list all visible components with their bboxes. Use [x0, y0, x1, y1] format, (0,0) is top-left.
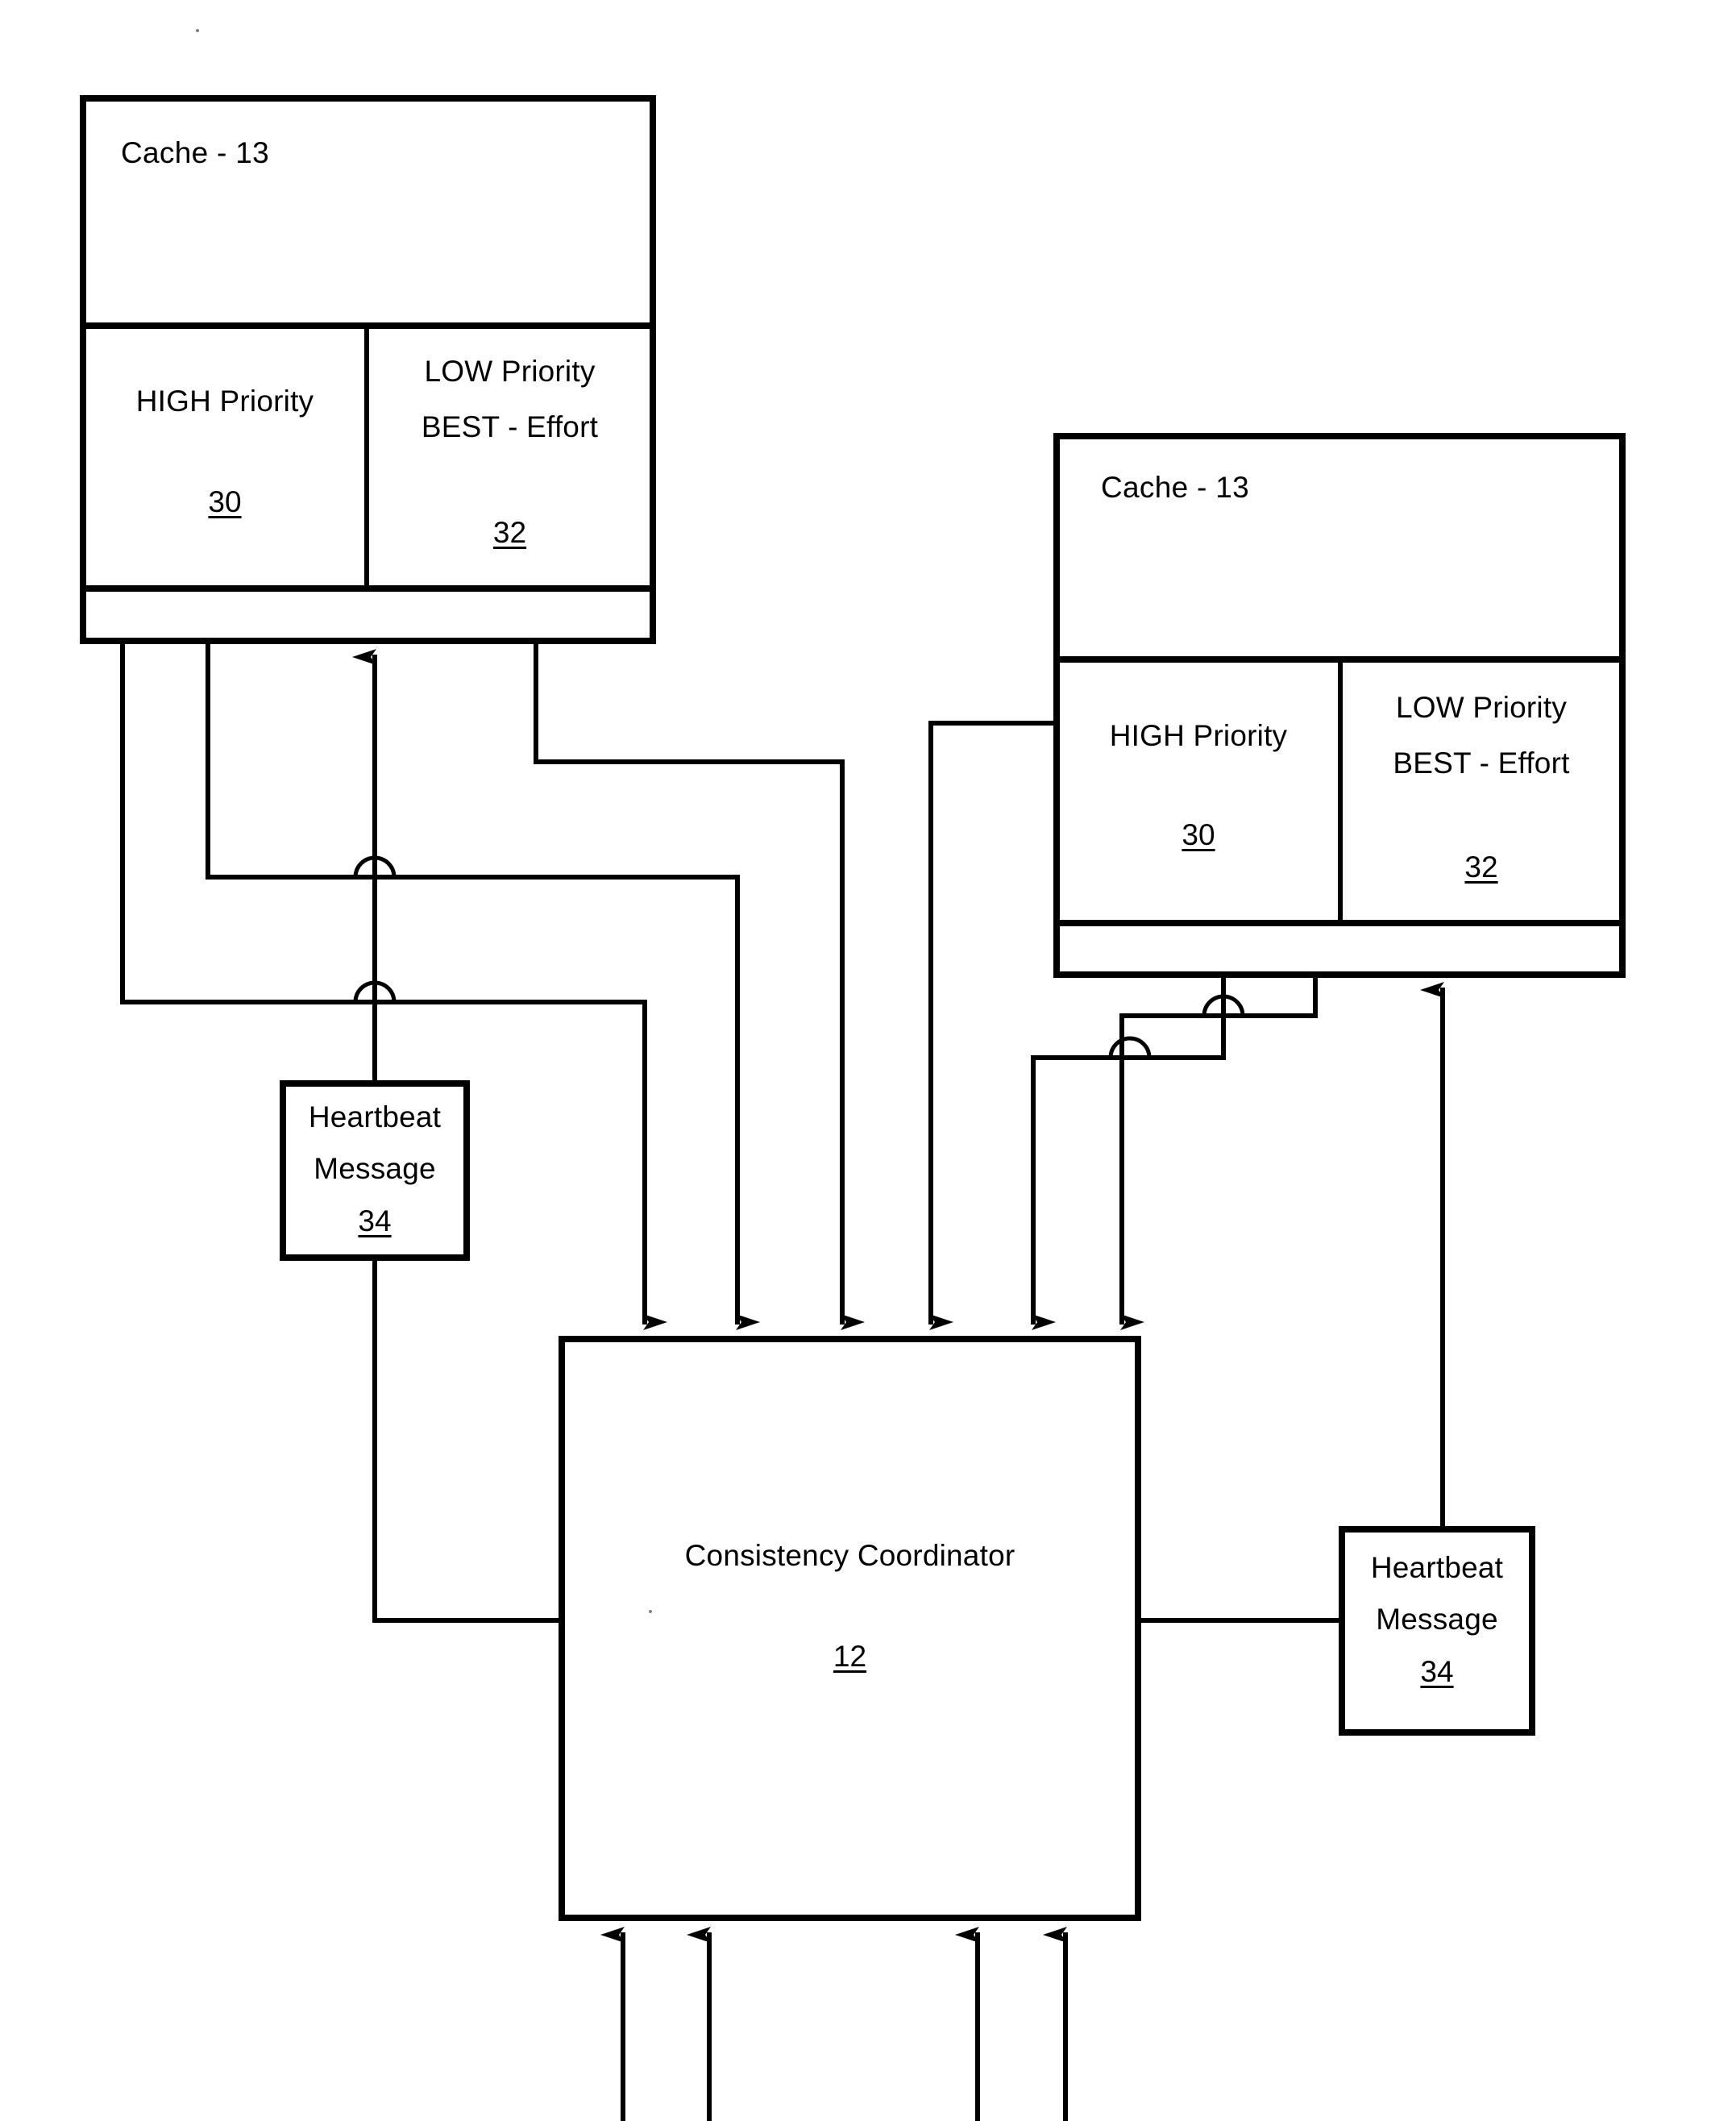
scan-speckle	[649, 1610, 652, 1613]
heartbeat-left-line2: Message	[314, 1152, 436, 1185]
cache-right-high-priority-ref: 30	[1182, 818, 1215, 851]
cache-left-low-priority-label-line1: LOW Priority	[424, 355, 596, 388]
scan-speckle	[196, 29, 199, 32]
heartbeat-left-ref: 34	[358, 1204, 392, 1237]
cache-left-title: Cache - 13	[121, 136, 269, 169]
wire-heartbeat-left-to-coordinator	[372, 1255, 564, 1623]
cache-left-low-priority-label-line2: BEST - Effort	[421, 410, 599, 443]
wire-left-4	[534, 638, 845, 764]
cache-right-title: Cache - 13	[1101, 471, 1249, 504]
cache-right-low-priority-ref: 32	[1464, 850, 1498, 884]
heartbeat-right-line1: Heartbeat	[1370, 1551, 1504, 1584]
cache-left-low-priority-ref: 32	[492, 516, 527, 549]
coordinator-ref: 12	[833, 1640, 867, 1673]
figure-canvas: Cache - 13 HIGH Priority 30 LOW Priority…	[0, 0, 1736, 2121]
cache-left-high-priority-ref: 30	[208, 485, 242, 518]
heartbeat-right-ref: 34	[1420, 1655, 1454, 1688]
hop-bridge-right-lower	[1108, 1036, 1152, 1060]
coordinator-box	[559, 1336, 1141, 1921]
cache-right-high-priority-label: HIGH Priority	[1109, 719, 1288, 752]
heartbeat-left-line1: Heartbeat	[308, 1100, 442, 1133]
coordinator-title: Consistency Coordinator	[684, 1539, 1015, 1572]
cache-right-low-priority-label-line2: BEST - Effort	[1393, 747, 1570, 780]
wire-left-2	[206, 638, 740, 880]
cache-left-high-priority-label: HIGH Priority	[135, 385, 314, 418]
wire-left-1	[120, 638, 647, 1004]
diagram-lines	[80, 95, 1626, 2121]
cache-right-low-priority-label-line1: LOW Priority	[1395, 691, 1568, 724]
heartbeat-right-line2: Message	[1376, 1603, 1498, 1636]
